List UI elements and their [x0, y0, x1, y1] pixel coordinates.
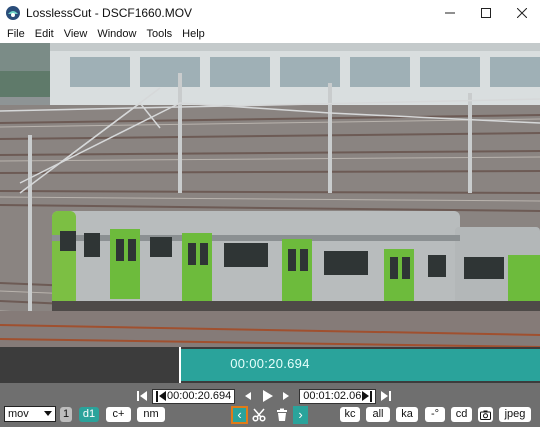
window-titlebar: LosslessCut - DSCF1660.MOV	[0, 0, 540, 26]
cut-end-time: 00:01:02.06	[303, 389, 362, 402]
jump-to-end-icon[interactable]	[380, 389, 392, 403]
trash-icon	[277, 408, 287, 421]
output-format-select[interactable]: mov	[4, 406, 56, 422]
rotate-button[interactable]: -°	[425, 407, 445, 422]
step-backward-icon[interactable]	[241, 389, 255, 403]
d1-button[interactable]: d1	[79, 407, 99, 422]
app-logo-icon	[6, 6, 20, 20]
playback-navigation: 00:00:20.694 00:01:02.06	[136, 388, 392, 404]
cut-start-time: 00:00:20.694	[167, 389, 232, 402]
output-format-value: mov	[8, 408, 29, 420]
window-title: LosslessCut - DSCF1660.MOV	[26, 6, 193, 20]
seek-cut-start-icon	[159, 391, 166, 401]
jump-to-start-icon[interactable]	[136, 389, 148, 403]
menu-window[interactable]: Window	[92, 26, 141, 43]
timeline[interactable]: 00:00:20.694	[0, 347, 540, 383]
kc-button[interactable]: kc	[340, 407, 360, 422]
delete-segment-button[interactable]	[274, 406, 290, 424]
step-forward-icon[interactable]	[279, 389, 293, 403]
play-icon[interactable]	[259, 388, 275, 404]
seek-cut-end-icon	[362, 391, 370, 401]
close-icon	[517, 8, 527, 18]
menu-view[interactable]: View	[59, 26, 93, 43]
close-button[interactable]	[504, 0, 540, 26]
cd-button[interactable]: cd	[451, 407, 472, 422]
cut-end-time-field[interactable]: 00:01:02.06	[299, 388, 377, 404]
menu-tools[interactable]: Tools	[141, 26, 177, 43]
menu-bar: File Edit View Window Tools Help	[0, 26, 540, 43]
control-panel: 00:00:20.694 00:01:02.06 mov 1 d1 c+ nm	[0, 383, 540, 427]
nm-button[interactable]: nm	[137, 407, 165, 422]
cut-button[interactable]	[250, 406, 268, 424]
minimize-button[interactable]	[432, 0, 468, 26]
menu-edit[interactable]: Edit	[30, 26, 59, 43]
chevron-down-icon	[44, 411, 52, 416]
screenshot-button[interactable]	[478, 407, 493, 422]
timeline-current-time: 00:00:20.694	[230, 356, 310, 371]
scissors-icon	[252, 408, 266, 422]
segment-number-button[interactable]: 1	[60, 407, 72, 422]
menu-file[interactable]: File	[2, 26, 30, 43]
maximize-icon	[481, 8, 491, 18]
all-button[interactable]: all	[366, 407, 390, 422]
minimize-icon	[445, 12, 455, 14]
video-frame-image	[0, 43, 540, 347]
cut-start-time-field[interactable]: 00:00:20.694	[152, 388, 236, 404]
menu-help[interactable]: Help	[177, 26, 210, 43]
ka-button[interactable]: ka	[396, 407, 418, 422]
jpeg-button[interactable]: jpeg	[499, 407, 531, 422]
camera-icon	[480, 410, 491, 420]
set-cut-end-button[interactable]: ›	[293, 406, 308, 424]
maximize-button[interactable]	[468, 0, 504, 26]
set-cut-start-icon	[156, 390, 158, 402]
c-plus-button[interactable]: c+	[106, 407, 131, 422]
video-player[interactable]	[0, 43, 540, 347]
action-toolbar: mov 1 d1 c+ nm ‹ › kc all ka -° cd jpeg	[0, 405, 540, 425]
set-cut-start-button[interactable]: ‹	[231, 406, 248, 424]
set-cut-end-icon	[370, 390, 373, 402]
window-controls	[432, 0, 540, 26]
